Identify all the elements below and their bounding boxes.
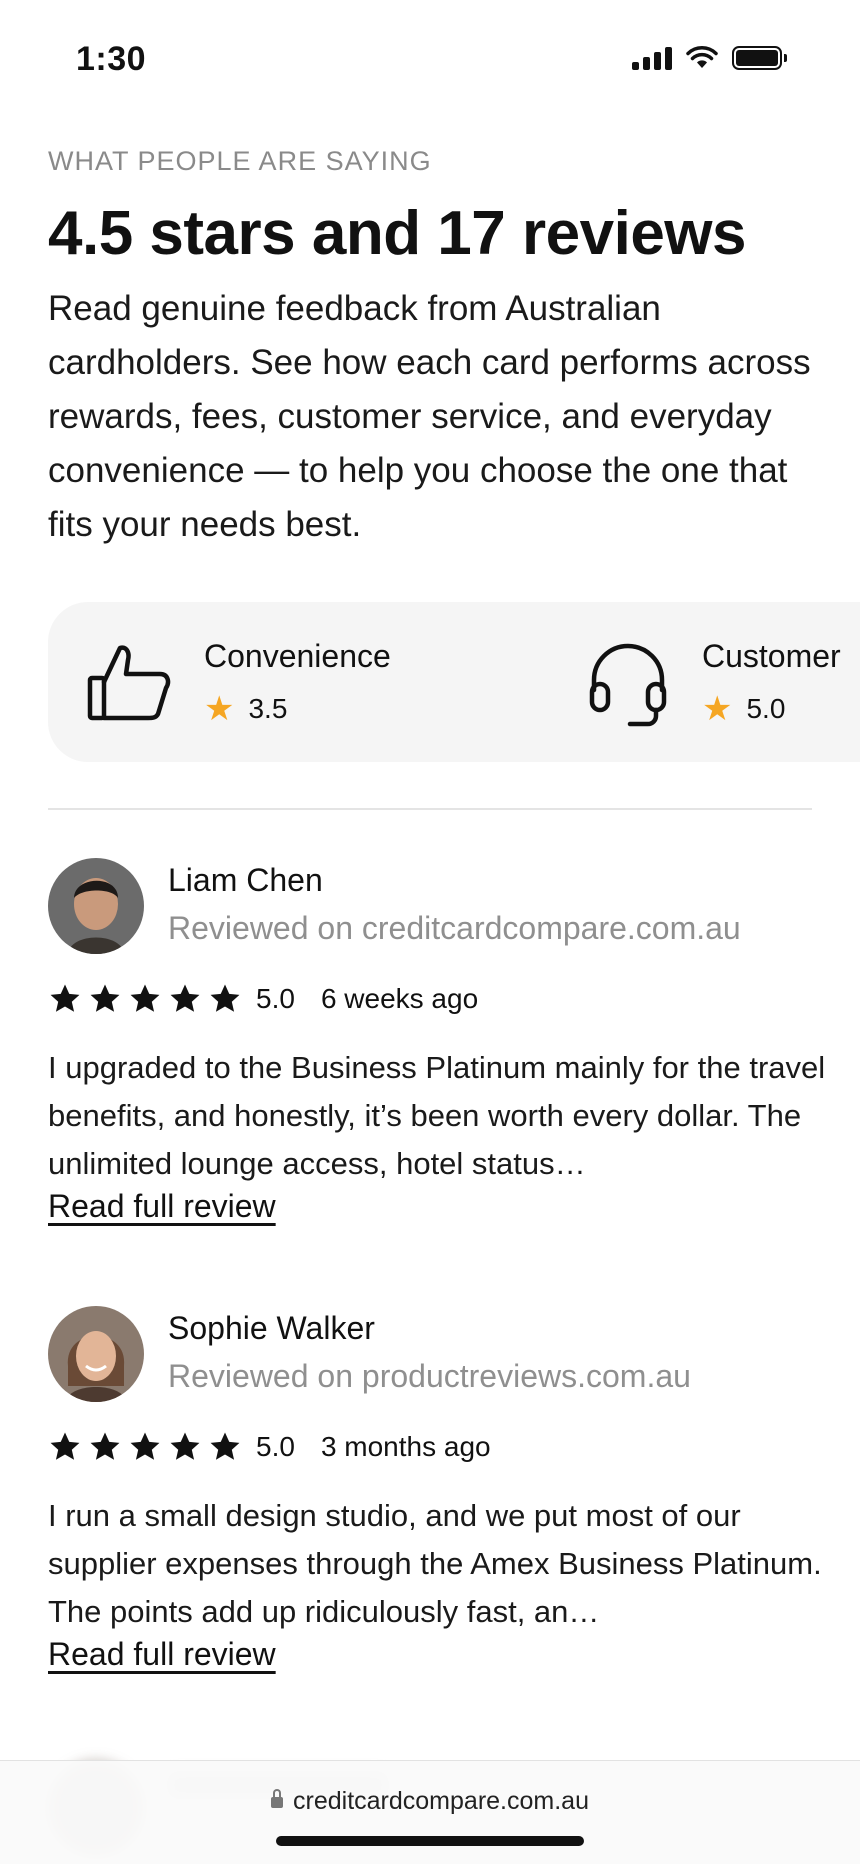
battery-icon — [732, 46, 787, 70]
category-rating: ★ 5.0 — [702, 692, 785, 726]
page-title: 4.5 stars and 17 reviews — [48, 199, 747, 268]
reviews-page: 1:30 WHAT PEOPLE ARE SAYING 4.5 stars an… — [0, 0, 860, 1864]
category-name: Convenience — [204, 638, 391, 674]
star-rating — [48, 1430, 242, 1464]
star-icon — [130, 984, 160, 1012]
review-source: Reviewed on productreviews.com.au — [168, 1358, 691, 1394]
review-rating-row: 5.0 3 months ago — [48, 1430, 491, 1464]
review-body: I run a small design studio, and we put … — [48, 1498, 822, 1629]
star-icon — [210, 1432, 240, 1460]
status-bar: 1:30 — [0, 0, 860, 120]
star-icon — [50, 984, 80, 1012]
cellular-signal-icon — [632, 46, 672, 70]
reviewer-avatar — [48, 858, 144, 954]
status-icons — [632, 46, 787, 70]
url-text: creditcardcompare.com.au — [293, 1787, 589, 1815]
category-name: Customer — [702, 638, 841, 674]
star-icon — [130, 1432, 160, 1460]
intro-paragraph: Read genuine feedback from Australian ca… — [48, 289, 811, 544]
category-rating-value: 5.0 — [746, 693, 786, 724]
read-full-review-link[interactable]: Read full review — [48, 1188, 276, 1225]
read-full-review-link[interactable]: Read full review — [48, 1636, 276, 1673]
category-ratings-carousel[interactable]: Convenience ★ 3.5 Customer ★ 5.0 — [48, 602, 860, 762]
star-icon — [50, 1432, 80, 1460]
lock-icon — [271, 1789, 284, 1808]
headset-icon — [589, 643, 667, 727]
star-icon — [90, 1432, 120, 1460]
reviewer-name: Sophie Walker — [168, 1310, 375, 1346]
home-indicator[interactable] — [276, 1836, 584, 1846]
review-rating-value: 5.0 — [256, 1431, 295, 1462]
review-body: I upgraded to the Business Platinum main… — [48, 1050, 826, 1181]
review-rating-row: 5.0 6 weeks ago — [48, 982, 478, 1016]
star-icon — [210, 984, 240, 1012]
review-card: Sophie Walker Reviewed on productreviews… — [48, 1306, 828, 1706]
review-age: 6 weeks ago — [320, 983, 479, 1014]
status-time: 1:30 — [76, 40, 147, 78]
star-icon — [90, 984, 120, 1012]
star-icon: ★ — [204, 690, 235, 728]
star-icon: ★ — [702, 690, 733, 728]
wifi-icon — [686, 46, 718, 68]
section-divider — [48, 808, 812, 810]
review-age: 3 months ago — [320, 1431, 491, 1462]
category-rating-value: 3.5 — [248, 693, 288, 724]
review-card: Liam Chen Reviewed on creditcardcompare.… — [48, 858, 828, 1258]
review-rating-value: 5.0 — [256, 983, 295, 1014]
browser-address-bar[interactable]: creditcardcompare.com.au — [0, 1760, 860, 1864]
section-eyebrow: WHAT PEOPLE ARE SAYING — [48, 146, 432, 176]
star-icon — [170, 984, 200, 1012]
reviewer-avatar — [48, 1306, 144, 1402]
review-source: Reviewed on creditcardcompare.com.au — [168, 910, 741, 946]
star-rating — [48, 982, 242, 1016]
reviewer-name: Liam Chen — [168, 862, 323, 898]
star-icon — [170, 1432, 200, 1460]
category-rating: ★ 3.5 — [204, 692, 287, 726]
thumbs-up-icon — [87, 645, 171, 721]
url-display[interactable]: creditcardcompare.com.au — [0, 1787, 860, 1816]
